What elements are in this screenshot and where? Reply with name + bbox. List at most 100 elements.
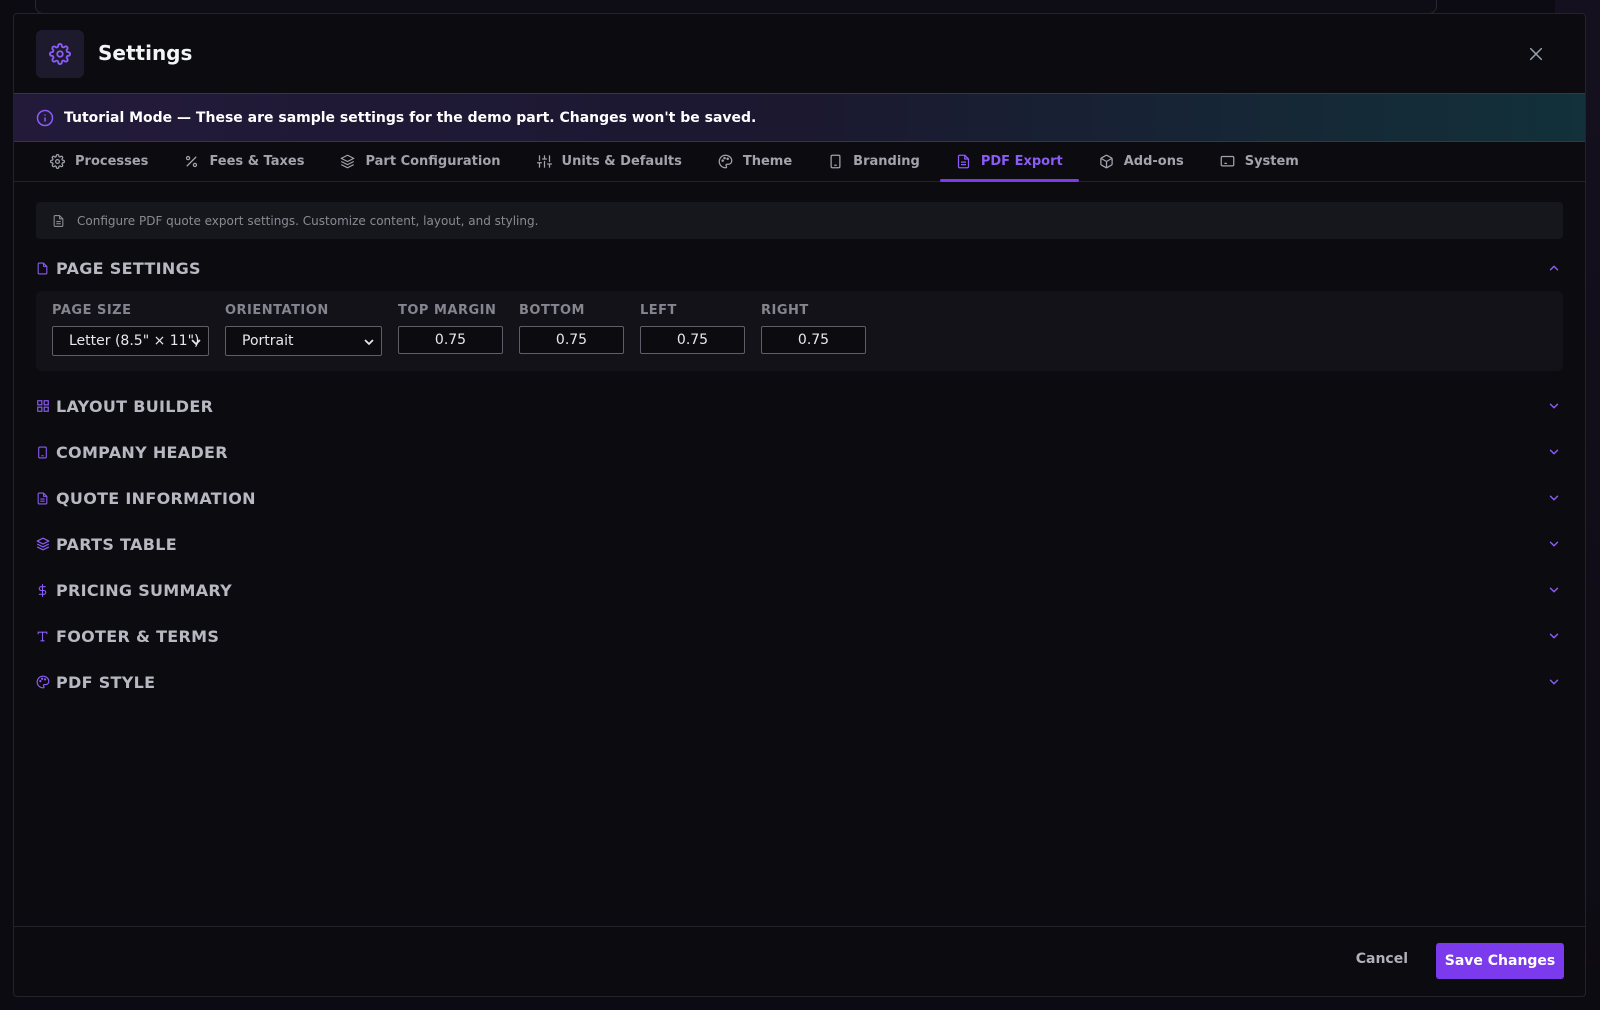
- section-pricing-summary[interactable]: PRICING SUMMARY: [36, 567, 1563, 613]
- section-quote-information[interactable]: QUOTE INFORMATION: [36, 475, 1563, 521]
- tab-label: System: [1244, 153, 1299, 169]
- section-page-settings[interactable]: PAGE SETTINGS: [36, 245, 1563, 291]
- chevron-down-icon[interactable]: [1547, 675, 1561, 689]
- orientation-select[interactable]: Portrait: [225, 326, 382, 356]
- banner-text: Tutorial Mode — These are sample setting…: [64, 109, 757, 126]
- orientation-field: ORIENTATION Portrait: [225, 303, 382, 356]
- tab-label: Add-ons: [1123, 153, 1184, 169]
- modal-header: Settings: [14, 14, 1585, 94]
- settings-tabs: Processes Fees & Taxes Part Configuratio…: [14, 141, 1585, 182]
- left-margin-label: LEFT: [640, 303, 677, 318]
- file-icon: [36, 260, 50, 276]
- grid-icon: [36, 398, 50, 414]
- page-size-field: PAGE SIZE Letter (8.5" × 11"): [52, 303, 209, 356]
- page-size-select[interactable]: Letter (8.5" × 11"): [52, 326, 209, 356]
- file-text-icon: [36, 490, 50, 506]
- bottom-margin-field: BOTTOM 0.75: [519, 303, 624, 354]
- top-margin-input[interactable]: 0.75: [398, 326, 503, 354]
- tab-part-configuration[interactable]: Part Configuration: [340, 141, 501, 181]
- tab-system[interactable]: System: [1220, 141, 1299, 181]
- chevron-down-icon: [364, 339, 374, 345]
- description-box: Configure PDF quote export settings. Cus…: [36, 202, 1563, 239]
- page-size-value: Letter (8.5" × 11"): [69, 333, 200, 349]
- right-margin-input[interactable]: 0.75: [761, 326, 866, 354]
- info-icon: [36, 109, 54, 127]
- section-pdf-style[interactable]: PDF STYLE: [36, 659, 1563, 705]
- tab-label: Branding: [853, 153, 920, 169]
- layers-icon: [36, 536, 50, 552]
- section-company-header[interactable]: COMPANY HEADER: [36, 429, 1563, 475]
- chevron-up-icon[interactable]: [1547, 261, 1561, 275]
- tab-label: Part Configuration: [365, 153, 501, 169]
- page-settings-panel: PAGE SIZE Letter (8.5" × 11") ORIENTATIO…: [36, 291, 1563, 371]
- tablet-icon: [36, 444, 50, 460]
- close-icon: [1529, 47, 1543, 61]
- right-margin-label: RIGHT: [761, 303, 809, 318]
- cancel-button[interactable]: Cancel: [1356, 951, 1408, 967]
- bottom-margin-input[interactable]: 0.75: [519, 326, 624, 354]
- modal-footer: Cancel Save Changes: [14, 926, 1585, 996]
- modal-title: Settings: [98, 41, 193, 65]
- section-footer-terms[interactable]: FOOTER & TERMS: [36, 613, 1563, 659]
- bottom-margin-label: BOTTOM: [519, 303, 585, 318]
- palette-icon: [36, 674, 50, 690]
- backdrop-card: [35, 0, 1437, 14]
- section-layout-builder[interactable]: LAYOUT BUILDER: [36, 383, 1563, 429]
- percent-icon: [186, 155, 198, 167]
- tab-label: Theme: [742, 153, 793, 169]
- tab-branding[interactable]: Branding: [828, 141, 920, 181]
- save-changes-button[interactable]: Save Changes: [1436, 943, 1564, 979]
- tab-units-defaults[interactable]: Units & Defaults: [536, 141, 682, 181]
- section-title: PARTS TABLE: [56, 534, 177, 554]
- tab-add-ons[interactable]: Add-ons: [1099, 141, 1184, 181]
- tab-label: Processes: [75, 153, 149, 169]
- section-parts-table[interactable]: PARTS TABLE: [36, 521, 1563, 567]
- chevron-down-icon[interactable]: [1547, 629, 1561, 643]
- top-margin-field: TOP MARGIN 0.75: [398, 303, 503, 354]
- tab-label: Units & Defaults: [561, 153, 682, 169]
- chevron-down-icon[interactable]: [1547, 583, 1561, 597]
- page-size-label: PAGE SIZE: [52, 303, 132, 318]
- tab-fees-taxes[interactable]: Fees & Taxes: [184, 141, 304, 181]
- tutorial-banner: Tutorial Mode — These are sample setting…: [14, 93, 1585, 142]
- section-title: PAGE SETTINGS: [56, 258, 201, 278]
- description-text: Configure PDF quote export settings. Cus…: [77, 213, 539, 228]
- close-button[interactable]: [1525, 43, 1547, 65]
- section-title: PRICING SUMMARY: [56, 580, 233, 600]
- tab-processes[interactable]: Processes: [50, 141, 148, 181]
- package-icon: [1099, 154, 1113, 168]
- left-margin-input[interactable]: 0.75: [640, 326, 745, 354]
- layers-icon: [341, 154, 355, 168]
- pdf-export-content: Configure PDF quote export settings. Cus…: [36, 202, 1563, 705]
- tab-label: PDF Export: [980, 153, 1063, 169]
- sliders-icon: [536, 154, 552, 168]
- chevron-down-icon[interactable]: [1547, 537, 1561, 551]
- gear-icon: [50, 153, 65, 169]
- chevron-down-icon[interactable]: [1547, 399, 1561, 413]
- section-title: QUOTE INFORMATION: [56, 488, 256, 508]
- chevron-down-icon: [191, 339, 201, 345]
- settings-gear-icon: [36, 30, 84, 78]
- orientation-label: ORIENTATION: [225, 303, 329, 318]
- file-text-icon: [53, 214, 64, 227]
- left-margin-field: LEFT 0.75: [640, 303, 745, 354]
- settings-modal: Settings Tutorial Mode — These are sampl…: [13, 13, 1586, 997]
- top-margin-label: TOP MARGIN: [398, 303, 497, 318]
- chevron-down-icon[interactable]: [1547, 491, 1561, 505]
- section-title: FOOTER & TERMS: [56, 626, 220, 646]
- palette-icon: [718, 154, 733, 168]
- tablet-icon: [830, 154, 841, 168]
- tab-theme[interactable]: Theme: [718, 141, 792, 181]
- section-title: LAYOUT BUILDER: [56, 396, 214, 416]
- monitor-icon: [1220, 155, 1235, 166]
- dollar-icon: [36, 582, 50, 598]
- file-icon: [957, 154, 969, 168]
- type-icon: [36, 628, 50, 644]
- chevron-down-icon[interactable]: [1547, 445, 1561, 459]
- section-title: COMPANY HEADER: [56, 442, 228, 462]
- section-title: PDF STYLE: [56, 672, 156, 692]
- backdrop-left: [0, 0, 14, 1010]
- tab-pdf-export[interactable]: PDF Export: [939, 141, 1079, 182]
- orientation-value: Portrait: [242, 333, 294, 349]
- tab-label: Fees & Taxes: [209, 153, 305, 169]
